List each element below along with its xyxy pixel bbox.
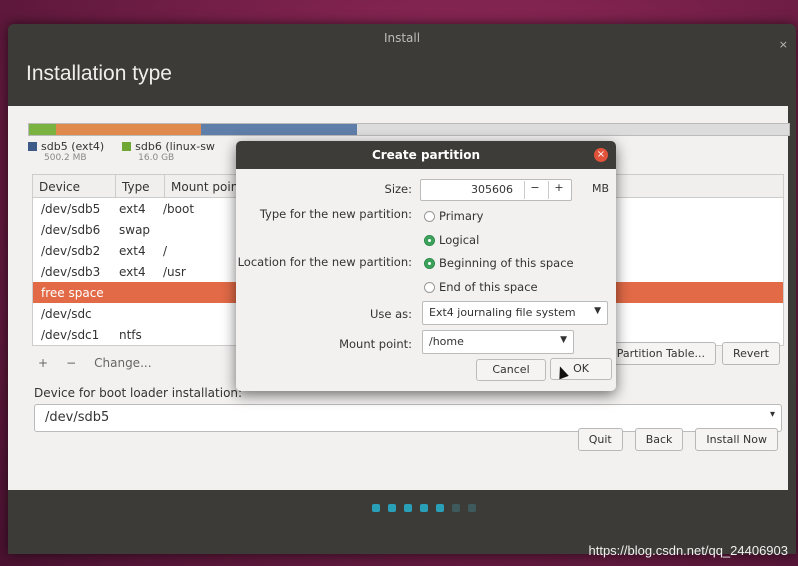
mount-point-value: /home	[429, 335, 464, 348]
size-increment-button[interactable]: +	[548, 181, 569, 199]
disk-segment	[200, 124, 357, 135]
type-primary-label: Primary	[439, 209, 484, 223]
titlebar: Install ×	[8, 24, 796, 54]
legend-size: 500.2 MB	[44, 153, 87, 163]
window-title: Install	[383, 31, 421, 45]
chevron-down-icon[interactable]: ▼	[560, 335, 567, 345]
change-partition-button[interactable]: Change...	[88, 356, 157, 370]
location-end-radio[interactable]: End of this space	[424, 280, 538, 294]
step-dot	[372, 504, 380, 512]
location-label: Location for the new partition:	[237, 255, 412, 269]
legend-item: sdb6 (linux-sw 16.0 GB	[122, 140, 215, 163]
cell-mount: /boot	[163, 201, 195, 216]
add-partition-button[interactable]: +	[32, 356, 54, 370]
create-partition-dialog: Create partition × Size: 305606 − + MB T…	[236, 141, 616, 391]
legend-label: sdb6 (linux-sw	[135, 140, 215, 153]
step-dot	[388, 504, 396, 512]
partition-tools: + − Change...	[32, 356, 158, 370]
step-dot	[420, 504, 428, 512]
wizard-actions: Quit Back Install Now	[577, 428, 778, 451]
legend-item: sdb5 (ext4) 500.2 MB	[28, 140, 104, 163]
cell-type: ext4	[119, 264, 146, 279]
cell-device: /dev/sdb5	[41, 201, 101, 216]
use-as-select[interactable]: Ext4 journaling file system ▼	[422, 301, 608, 325]
radio-icon	[424, 211, 435, 222]
progress-dots	[372, 504, 476, 512]
cell-device: /dev/sdc	[41, 306, 92, 321]
cell-device: /dev/sdb6	[41, 222, 101, 237]
radio-selected-icon	[424, 258, 435, 269]
size-unit: MB	[592, 182, 610, 195]
cancel-button[interactable]: Cancel	[476, 359, 546, 381]
cell-type: ntfs	[119, 327, 142, 342]
use-as-label: Use as:	[369, 307, 412, 321]
type-primary-radio[interactable]: Primary	[424, 209, 483, 223]
install-now-button[interactable]: Install Now	[695, 428, 778, 451]
quit-button[interactable]: Quit	[577, 428, 623, 451]
chevron-down-icon: ▼	[594, 306, 601, 316]
dialog-titlebar: Create partition ×	[236, 141, 616, 169]
legend-label: sdb5 (ext4)	[41, 140, 105, 153]
cell-type: ext4	[119, 201, 146, 216]
window-close-icon[interactable]: ×	[779, 38, 788, 51]
legend-swatch	[28, 142, 37, 151]
type-logical-label: Logical	[439, 233, 480, 247]
mount-point-combo[interactable]: /home ▼	[422, 330, 574, 354]
disk-usage-bar	[28, 123, 790, 136]
dialog-title: Create partition	[371, 148, 481, 162]
radio-icon	[424, 282, 435, 293]
cell-device: /dev/sdb2	[41, 243, 101, 258]
location-beginning-label: Beginning of this space	[439, 256, 574, 270]
step-dot	[436, 504, 444, 512]
cell-type: swap	[119, 222, 151, 237]
watermark-text: https://blog.csdn.net/qq_24406903	[588, 543, 789, 558]
cell-mount: /usr	[163, 264, 186, 279]
step-dot	[404, 504, 412, 512]
location-end-label: End of this space	[439, 280, 538, 294]
cell-device: free space	[41, 285, 104, 300]
mount-point-label: Mount point:	[339, 337, 412, 351]
cell-device: /dev/sdc1	[41, 327, 100, 342]
close-icon[interactable]: ×	[594, 148, 608, 162]
back-button[interactable]: Back	[634, 428, 684, 451]
cell-mount: /	[163, 243, 168, 258]
remove-partition-button[interactable]: −	[60, 356, 82, 370]
use-as-value: Ext4 journaling file system	[429, 306, 576, 319]
type-logical-radio[interactable]: Logical	[424, 233, 479, 247]
cell-type: ext4	[119, 243, 146, 258]
chevron-down-icon: ▾	[769, 409, 775, 420]
disk-segment	[56, 124, 201, 135]
size-value: 305606	[471, 183, 513, 196]
partition-legend: sdb5 (ext4) 500.2 MB sdb6 (linux-sw 16.0…	[28, 140, 215, 163]
boot-loader-label: Device for boot loader installation:	[34, 386, 243, 400]
page-title: Installation type	[26, 62, 172, 85]
boot-loader-value: /dev/sdb5	[45, 410, 110, 425]
size-label: Size:	[384, 182, 412, 196]
step-dot	[452, 504, 460, 512]
size-decrement-button[interactable]: −	[524, 181, 545, 199]
disk-segment	[29, 124, 57, 135]
radio-selected-icon	[424, 235, 435, 246]
cell-device: /dev/sdb3	[41, 264, 101, 279]
step-dot	[468, 504, 476, 512]
legend-size: 16.0 GB	[138, 153, 175, 163]
column-header-type[interactable]: Type	[116, 175, 165, 197]
type-label: Type for the new partition:	[259, 207, 412, 221]
size-input[interactable]: 305606 − +	[420, 179, 572, 201]
column-header-device[interactable]: Device	[33, 175, 116, 197]
revert-button[interactable]: Revert	[721, 342, 780, 365]
disk-segment	[356, 124, 789, 135]
legend-swatch	[122, 142, 132, 151]
location-beginning-radio[interactable]: Beginning of this space	[424, 256, 574, 270]
